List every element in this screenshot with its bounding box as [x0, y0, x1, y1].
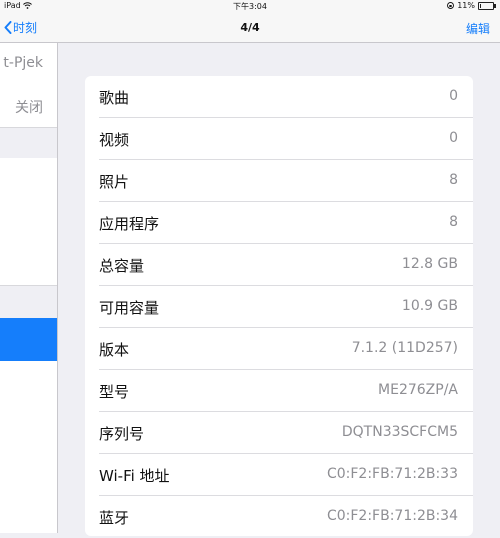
battery-fill	[480, 3, 481, 8]
list-item[interactable]	[0, 201, 57, 244]
info-label: 歌曲	[99, 89, 130, 107]
device-name-text: t-Pjek	[3, 55, 43, 71]
info-label: 蓝牙	[99, 509, 130, 527]
info-value: 10.9 GB	[401, 298, 458, 314]
info-value: ME276ZP/A	[378, 382, 458, 398]
status-time: 下午3:04	[233, 2, 267, 11]
info-label: 应用程序	[99, 215, 160, 233]
orientation-lock-icon	[447, 2, 455, 9]
info-row-songs: 歌曲 0	[85, 76, 473, 118]
info-row-version: 版本 7.1.2 (11D257)	[85, 328, 473, 370]
list-item[interactable]	[0, 444, 57, 487]
info-label: 视频	[99, 131, 130, 149]
info-value: DQTN33SCFCM5	[341, 424, 458, 440]
setting-value-text: 关闭	[15, 100, 43, 116]
info-value: C0:F2:FB:71:2B:34	[326, 508, 458, 524]
info-label: 可用容量	[99, 299, 160, 317]
info-value: C0:F2:FB:71:2B:33	[326, 466, 458, 482]
battery-percent: 11%	[457, 1, 475, 10]
info-value: 12.8 GB	[401, 256, 458, 272]
info-label: 型号	[99, 383, 130, 401]
status-bar: iPad 下午3:04 11%	[0, 0, 500, 13]
info-label: 版本	[99, 341, 130, 359]
info-label: Wi-Fi 地址	[99, 467, 170, 485]
info-row-available: 可用容量 10.9 GB	[85, 286, 473, 328]
info-row-wifi-address: Wi-Fi 地址 C0:F2:FB:71:2B:33	[85, 454, 473, 496]
status-right: 11%	[447, 1, 496, 10]
battery-icon	[478, 1, 496, 10]
info-label: 总容量	[99, 257, 145, 275]
info-row-bluetooth: 蓝牙 C0:F2:FB:71:2B:34	[85, 496, 473, 538]
list-item[interactable]	[0, 403, 57, 445]
info-value: 7.1.2 (11D257)	[351, 340, 458, 356]
info-value: 8	[449, 172, 458, 188]
info-row-capacity: 总容量 12.8 GB	[85, 244, 473, 286]
left-pane: t-Pjek 关闭	[0, 43, 58, 533]
setting-cell[interactable]: 关闭	[0, 85, 57, 128]
list-item[interactable]	[0, 158, 57, 202]
info-label: 照片	[99, 173, 130, 191]
info-row-serial: 序列号 DQTN33SCFCM5	[85, 412, 473, 454]
right-pane: 歌曲 0 视频 0 照片 8 应用程序 8 总容量 12.8 GB 可用容量 1…	[58, 43, 500, 536]
info-value: 0	[449, 88, 458, 104]
info-value: 0	[449, 130, 458, 146]
info-value: 8	[449, 214, 458, 230]
list-item-selected[interactable]	[0, 318, 57, 361]
list-item[interactable]	[0, 361, 57, 404]
list-item[interactable]	[0, 486, 57, 533]
device-info-card: 歌曲 0 视频 0 照片 8 应用程序 8 总容量 12.8 GB 可用容量 1…	[85, 76, 473, 536]
info-row-videos: 视频 0	[85, 118, 473, 160]
info-label: 序列号	[99, 425, 145, 443]
info-row-model: 型号 ME276ZP/A	[85, 370, 473, 412]
edit-button[interactable]: 编辑	[466, 20, 490, 37]
device-name-cell[interactable]: t-Pjek	[0, 43, 57, 86]
nav-bar: 时刻 4/4 编辑	[0, 13, 500, 43]
info-row-photos: 照片 8	[85, 160, 473, 202]
page-title: 4/4	[240, 21, 260, 34]
info-row-apps: 应用程序 8	[85, 202, 473, 244]
list-item[interactable]	[0, 243, 57, 286]
